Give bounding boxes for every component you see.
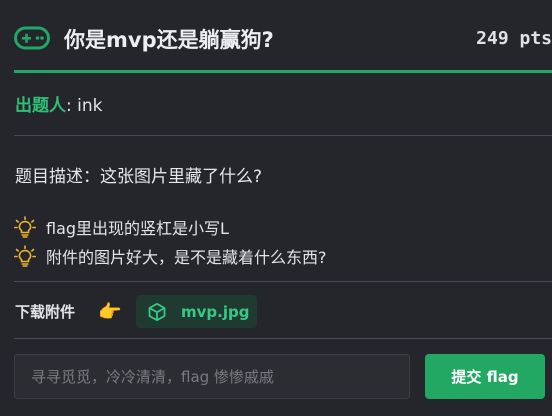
author-label: 出题人 [15, 96, 66, 116]
author-line: 出题人: ink [15, 91, 102, 116]
cube-icon [148, 302, 166, 321]
challenge-title: 你是mvp还是躺赢狗? [64, 28, 274, 52]
divider [14, 135, 552, 136]
challenge-header: 你是mvp还是躺赢狗? 249 pts [0, 0, 552, 72]
author-name: ink [77, 96, 103, 116]
lightbulb-icon [14, 216, 36, 238]
hint-item: flag里出现的竖杠是小写L [14, 215, 229, 239]
challenge-points: 249 pts [476, 28, 552, 49]
divider [14, 338, 552, 339]
header-divider [14, 70, 552, 73]
challenge-description: 题目描述：这张图片里藏了什么? [15, 167, 263, 187]
gamepad-icon [14, 26, 50, 50]
flag-input[interactable] [14, 354, 410, 399]
divider [14, 281, 552, 282]
attachments-label: 下载附件 [15, 303, 76, 321]
hint-text: flag里出现的竖杠是小写L [46, 219, 229, 238]
submit-flag-button[interactable]: 提交 flag [425, 354, 545, 399]
challenge-panel: 你是mvp还是躺赢狗? 249 pts 出题人: ink 题目描述：这张图片里藏… [0, 0, 552, 416]
pointing-hand-icon: 👉 [98, 301, 122, 323]
lightbulb-icon [14, 245, 36, 267]
attachment-filename: mvp.jpg [181, 302, 250, 321]
author-separator: : [66, 96, 78, 116]
attachment-download-link[interactable]: mvp.jpg [136, 295, 257, 328]
hint-item: 附件的图片好大，是不是藏着什么东西? [14, 244, 327, 268]
hint-text: 附件的图片好大，是不是藏着什么东西? [46, 248, 327, 267]
